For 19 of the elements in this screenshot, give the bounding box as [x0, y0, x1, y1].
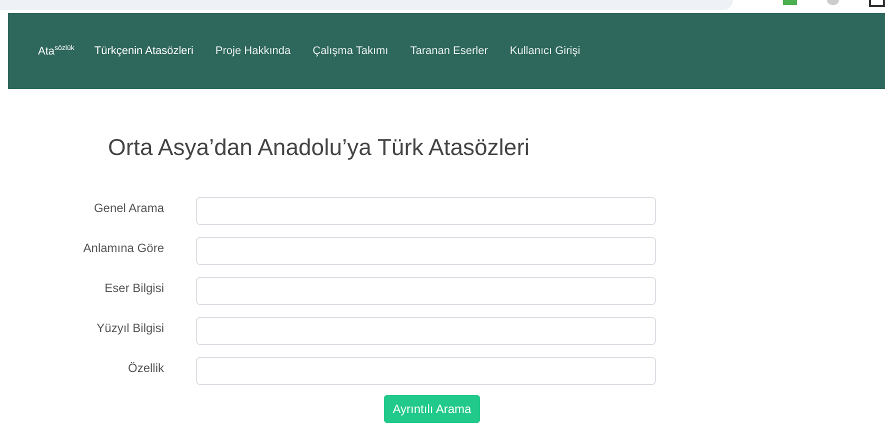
nav-link[interactable]: Çalışma Takımı	[312, 45, 388, 57]
nav-link[interactable]: Kullanıcı Girişi	[510, 45, 580, 57]
field-label: Yüzyıl Bilgisi	[96, 320, 165, 335]
field-label: Anlamına Göre	[82, 240, 165, 255]
input-field[interactable]	[196, 277, 656, 305]
input-field[interactable]	[196, 237, 656, 265]
nav-link[interactable]: Türkçenin Atasözleri	[94, 45, 194, 57]
extension-icon[interactable]	[783, 0, 797, 5]
nav-link[interactable]: Taranan Eserler	[410, 45, 488, 57]
nav-link[interactable]: Proje Hakkında	[215, 45, 291, 57]
page-title: Orta Asya’dan Anadolu’ya Türk Atasözleri	[108, 134, 530, 162]
field-label: Özellik	[126, 360, 165, 375]
input-field[interactable]	[196, 357, 656, 385]
field-label: Genel Arama	[92, 200, 165, 215]
brand-logo[interactable]: Ata$^{sözlük}$	[38, 44, 74, 58]
input-field[interactable]	[196, 317, 656, 345]
window-icon[interactable]	[869, 0, 885, 7]
input-field[interactable]	[196, 197, 656, 225]
field-label: Eser Bilgisi	[104, 280, 165, 295]
